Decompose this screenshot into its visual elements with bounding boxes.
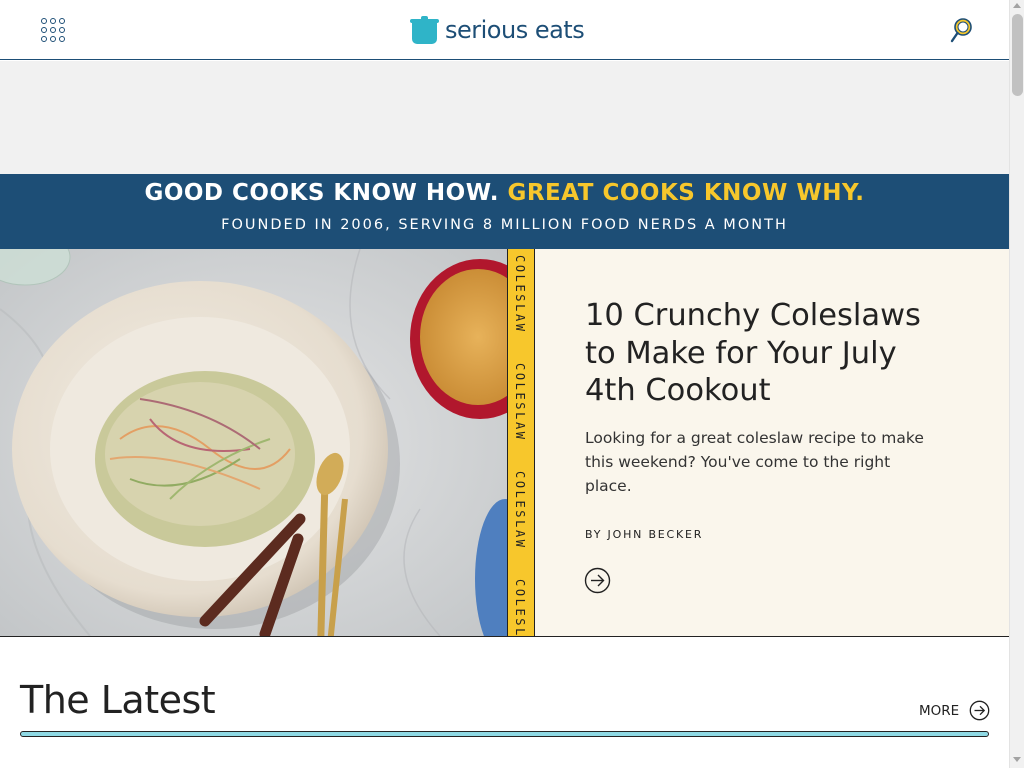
search-icon[interactable] xyxy=(950,17,974,43)
hero-image[interactable] xyxy=(0,249,507,636)
tag-label: COLESLAW xyxy=(513,579,527,636)
site-logo[interactable]: serious eats xyxy=(410,14,585,46)
tag-label: COLESLAW xyxy=(513,471,527,550)
menu-dot xyxy=(50,27,56,33)
menu-dot xyxy=(41,18,47,24)
scrollbar[interactable] xyxy=(1009,0,1024,768)
tagline-part-1: GOOD COOKS KNOW HOW. xyxy=(144,180,499,206)
site-header: serious eats xyxy=(0,0,1009,60)
section-title-latest: The Latest xyxy=(20,678,216,722)
menu-dot xyxy=(59,27,65,33)
scrollbar-thumb[interactable] xyxy=(1012,14,1023,96)
menu-dot xyxy=(41,27,47,33)
tagline-part-2: GREAT COOKS KNOW WHY. xyxy=(507,180,865,206)
arrow-right-circle-icon[interactable] xyxy=(584,567,611,594)
tag-label: COLESLAW xyxy=(513,255,527,334)
hero-text-panel: 10 Crunchy Coleslaws to Make for Your Ju… xyxy=(535,249,1009,636)
hero-byline: BY JOHN BECKER xyxy=(585,528,704,541)
tagline-heading: GOOD COOKS KNOW HOW. GREAT COOKS KNOW WH… xyxy=(0,180,1009,206)
menu-dot xyxy=(50,18,56,24)
grid-menu-icon[interactable] xyxy=(40,17,66,43)
more-label: MORE xyxy=(919,702,960,719)
scroll-down-arrow-icon[interactable] xyxy=(1013,757,1021,762)
arrow-right-circle-icon xyxy=(969,700,990,721)
hero-feature: COLESLAW COLESLAW COLESLAW COLESLAW 10 C… xyxy=(0,249,1009,637)
menu-dot xyxy=(59,36,65,42)
tag-strip-coleslaw[interactable]: COLESLAW COLESLAW COLESLAW COLESLAW xyxy=(507,249,535,636)
menu-dot xyxy=(59,18,65,24)
pot-logo-icon xyxy=(410,16,439,44)
hero-title-link[interactable]: 10 Crunchy Coleslaws to Make for Your Ju… xyxy=(585,297,955,410)
section-divider xyxy=(20,731,989,737)
scroll-up-arrow-icon[interactable] xyxy=(1013,3,1021,8)
menu-dot xyxy=(41,36,47,42)
more-link[interactable]: MORE xyxy=(919,700,990,721)
tag-label: COLESLAW xyxy=(513,363,527,442)
logo-text: serious eats xyxy=(445,16,585,44)
tagline-subline: FOUNDED IN 2006, SERVING 8 MILLION FOOD … xyxy=(221,217,788,233)
hero-description: Looking for a great coleslaw recipe to m… xyxy=(585,429,924,495)
ad-placeholder xyxy=(0,61,1009,174)
menu-dot xyxy=(50,36,56,42)
